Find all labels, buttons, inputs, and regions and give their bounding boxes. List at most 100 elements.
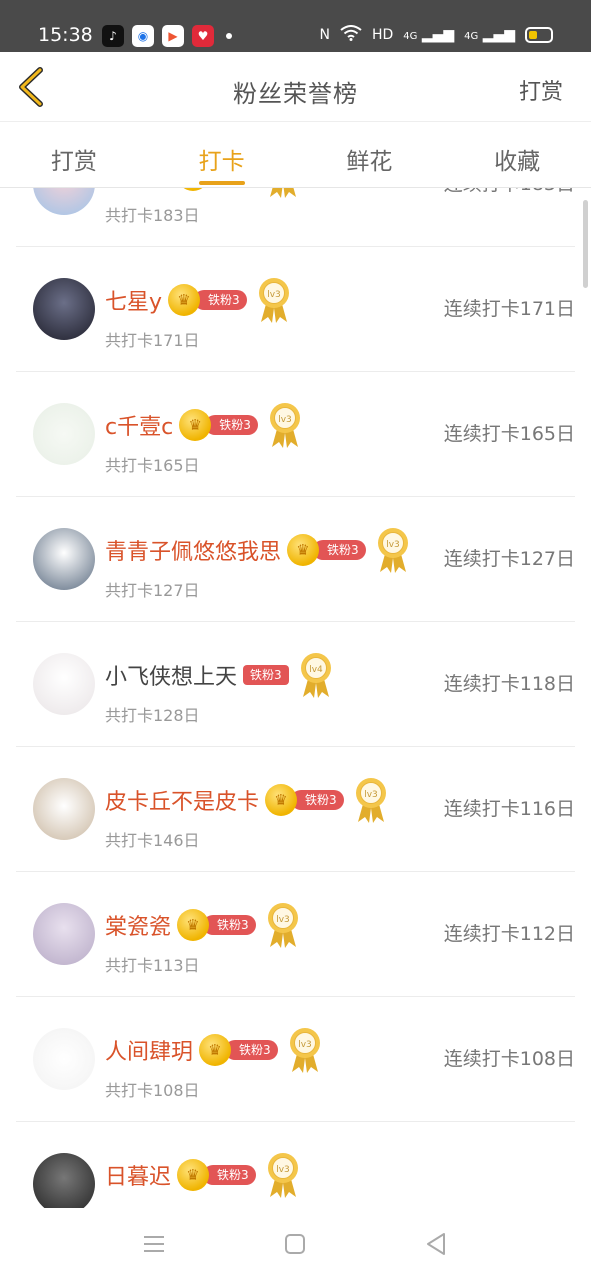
wifi-icon [340, 25, 362, 45]
checkin-list[interactable]: 晓时暖♛铁粉3 lv3 共打卡183日连续打卡183日七星y♛铁粉3 lv3 共… [0, 188, 591, 1208]
back-triangle-icon [427, 1233, 445, 1255]
avatar[interactable] [33, 903, 95, 965]
menu-icon [144, 1236, 164, 1252]
crown-icon: ♛ [177, 909, 210, 941]
fan-level-badge: 铁粉3 [313, 540, 366, 560]
crown-icon: ♛ [168, 284, 201, 316]
user-name[interactable]: 七星y [105, 284, 162, 316]
name-line: 小飞侠想上天 铁粉3 lv4 [105, 651, 333, 699]
level-text: lv3 [276, 915, 290, 925]
status-right: N HD 4G ▂▄▆ 4G ▂▄▆ [319, 25, 553, 45]
streak-days: 连续打卡183日 [444, 188, 575, 196]
fan-level-badge: 铁粉3 [203, 1165, 256, 1185]
name-line: 青青子佩悠悠我思 ♛ 铁粉3 lv3 [105, 526, 410, 574]
app-header: 粉丝荣誉榜 打赏 [0, 52, 591, 122]
back-nav-button[interactable] [422, 1230, 450, 1258]
avatar[interactable] [33, 653, 95, 715]
total-checkin-days: 共打卡165日 [105, 456, 200, 475]
level-text: lv3 [278, 415, 292, 425]
level-medal-icon: lv4 [300, 653, 331, 698]
level-medal-icon: lv3 [269, 403, 300, 448]
avatar[interactable] [33, 278, 95, 340]
name-line: 人间肆玥 ♛ 铁粉3 lv3 [105, 1026, 322, 1074]
list-item[interactable]: c千壹c ♛ 铁粉3 lv3 共打卡165日 连续打卡165日 [16, 372, 575, 497]
tab-active-indicator [198, 181, 245, 185]
name-line: 皮卡丘不是皮卡 ♛ 铁粉3 lv3 [105, 776, 388, 824]
crown-icon: ♛ [199, 1034, 232, 1066]
avatar[interactable] [33, 188, 95, 215]
reward-button[interactable]: 打赏 [519, 74, 563, 106]
user-name[interactable]: 人间肆玥 [105, 1034, 193, 1066]
level-text: lv3 [364, 790, 378, 800]
fan-level-badge: 铁粉3 [205, 415, 258, 435]
streak-days: 连续打卡171日 [443, 298, 575, 320]
list-item[interactable]: 七星y ♛ 铁粉3 lv3 共打卡171日 连续打卡171日 [16, 247, 575, 372]
user-name[interactable]: 日暮迟 [105, 1159, 171, 1191]
name-line: 日暮迟 ♛ 铁粉3 lv3 [105, 1151, 300, 1199]
user-name[interactable]: 小飞侠想上天 [105, 659, 237, 691]
hd-indicator: HD [371, 27, 394, 43]
avatar[interactable] [33, 778, 95, 840]
level-medal-icon: lv3 [377, 528, 408, 573]
signal-icon-2: 4G ▂▄▆ [464, 27, 515, 43]
streak-days: 连续打卡165日 [443, 423, 575, 445]
list-item[interactable]: 晓时暖♛铁粉3 lv3 共打卡183日连续打卡183日 [16, 188, 575, 247]
video-app-icon: ▶ [162, 25, 184, 47]
total-checkin-days: 共打卡113日 [105, 956, 200, 975]
avatar[interactable] [33, 528, 95, 590]
streak-days: 连续打卡118日 [443, 673, 575, 695]
tab-bar: 打赏 打卡 鲜花 收藏 [0, 122, 591, 188]
fan-level-badge: 铁粉3 [243, 665, 289, 685]
signal-icon-1: 4G ▂▄▆ [403, 27, 455, 43]
name-line: 七星y ♛ 铁粉3 lv3 [105, 276, 291, 324]
list-item[interactable]: 棠瓷瓷 ♛ 铁粉3 lv3 共打卡113日 连续打卡112日 [16, 872, 575, 997]
level-medal-icon: lv3 [267, 903, 298, 948]
crown-icon: ♛ [179, 409, 212, 441]
level-text: lv3 [276, 1165, 290, 1175]
name-line: 棠瓷瓷 ♛ 铁粉3 lv3 [105, 901, 300, 949]
tab-flowers[interactable]: 鲜花 [296, 122, 444, 187]
crown-icon: ♛ [177, 1159, 210, 1191]
user-name[interactable]: 青青子佩悠悠我思 [105, 534, 281, 566]
list-item[interactable]: 人间肆玥 ♛ 铁粉3 lv3 共打卡108日 连续打卡108日 [16, 997, 575, 1122]
avatar[interactable] [33, 1153, 95, 1208]
list-item[interactable]: 日暮迟 ♛ 铁粉3 lv3 [16, 1122, 575, 1208]
scrollbar[interactable] [583, 200, 588, 288]
home-nav-button[interactable] [281, 1230, 309, 1258]
user-name[interactable]: 晓时暖 [105, 188, 171, 191]
tab-checkin[interactable]: 打卡 [148, 122, 296, 187]
avatar[interactable] [33, 1028, 95, 1090]
total-checkin-days: 共打卡127日 [105, 581, 200, 600]
user-name[interactable]: 皮卡丘不是皮卡 [105, 784, 259, 816]
level-medal-icon: lv3 [258, 278, 289, 323]
tab-favorites[interactable]: 收藏 [443, 122, 591, 187]
fan-level-badge: 铁粉3 [291, 790, 344, 810]
tab-reward[interactable]: 打赏 [0, 122, 148, 187]
battery-icon [525, 27, 553, 43]
system-nav-bar [0, 1208, 591, 1280]
list-item[interactable]: 小飞侠想上天 铁粉3 lv4 共打卡128日 连续打卡118日 [16, 622, 575, 747]
level-text: lv3 [386, 540, 400, 550]
level-text: lv3 [298, 1040, 312, 1050]
level-medal-icon: lv3 [269, 188, 296, 198]
streak-days: 连续打卡116日 [443, 798, 575, 820]
list-item[interactable]: 青青子佩悠悠我思 ♛ 铁粉3 lv3 共打卡127日 连续打卡127日 [16, 497, 575, 622]
level-medal-icon: lv3 [267, 1153, 298, 1198]
browser-icon: ◉ [132, 25, 154, 47]
level-medal-icon: lv3 [289, 1028, 320, 1073]
total-checkin-days: 共打卡128日 [105, 706, 200, 725]
crown-icon: ♛ [265, 784, 298, 816]
user-name[interactable]: 棠瓷瓷 [105, 909, 171, 941]
more-notifications-dot [226, 33, 232, 39]
streak-days: 连续打卡112日 [443, 923, 575, 945]
user-name[interactable]: c千壹c [105, 409, 173, 441]
menu-nav-button[interactable] [140, 1230, 168, 1258]
notification-icons: ♪ ◉ ▶ ♥ [102, 25, 232, 47]
crown-icon: ♛ [287, 534, 320, 566]
list-item[interactable]: 皮卡丘不是皮卡 ♛ 铁粉3 lv3 共打卡146日 连续打卡116日 [16, 747, 575, 872]
fan-level-badge: 铁粉3 [225, 1040, 278, 1060]
streak-days: 连续打卡127日 [443, 548, 575, 570]
total-checkin-days: 共打卡146日 [105, 831, 200, 850]
page-title: 粉丝荣誉榜 [233, 80, 358, 108]
avatar[interactable] [33, 403, 95, 465]
